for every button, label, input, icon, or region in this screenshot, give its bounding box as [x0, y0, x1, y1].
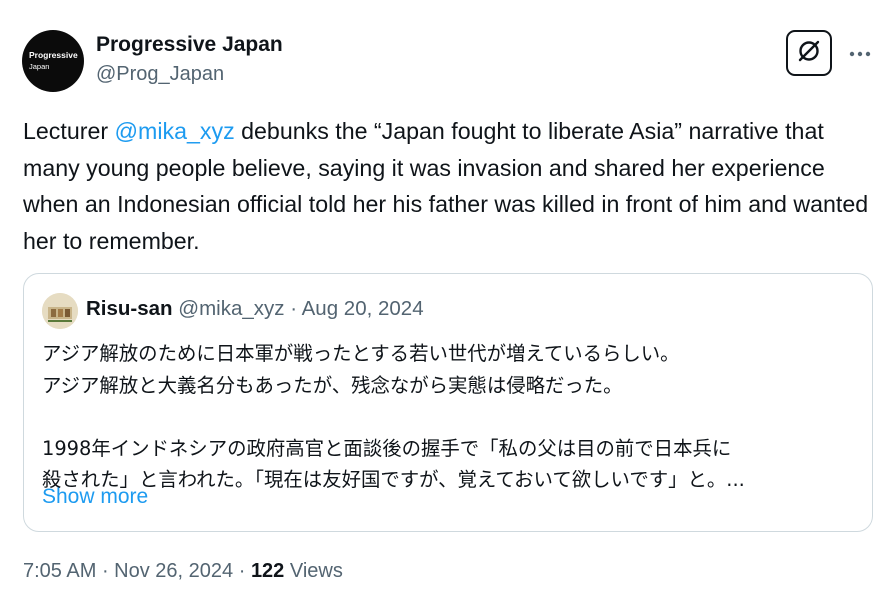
avatar-text-line1: Progressive — [29, 50, 78, 60]
grok-icon — [796, 38, 822, 69]
tweet: Progressive Japan Progressive Japan @Pro… — [0, 0, 894, 606]
quoted-line: 殺された」と言われた。「現在は友好国ですが、覚えておいて欲しいです」と。... — [42, 468, 745, 491]
tweet-time[interactable]: 7:05 AM — [23, 560, 96, 582]
quoted-separator: · — [284, 297, 302, 320]
tweet-text-before: Lecturer — [23, 118, 115, 144]
quoted-text: アジア解放のために日本軍が戦ったとする若い世代が増えているらしい。 アジア解放と… — [42, 338, 862, 496]
views-label: Views — [284, 560, 343, 582]
quoted-line: アジア解放と大義名分もあったが、残念ながら実態は侵略だった。 — [42, 373, 623, 397]
grok-button[interactable] — [786, 30, 832, 76]
avatar-text-line2: Japan — [29, 62, 50, 71]
quoted-date[interactable]: Aug 20, 2024 — [302, 297, 424, 320]
views-count: 122 — [250, 560, 285, 582]
quoted-line: アジア解放のために日本軍が戦ったとする若い世代が増えているらしい。 — [42, 342, 680, 365]
tweet-text: Lecturer @mika_xyz debunks the “Japan fo… — [23, 113, 883, 259]
quoted-author-name[interactable]: Risu-san — [86, 297, 173, 320]
more-button[interactable] — [846, 36, 874, 64]
author-avatar[interactable]: Progressive Japan — [22, 30, 84, 92]
quoted-line-blank — [42, 401, 862, 433]
quoted-header: Risu-san @mika_xyz · Aug 20, 2024 — [86, 297, 424, 321]
more-icon — [849, 37, 871, 63]
quoted-author-handle[interactable]: @mika_xyz — [178, 297, 284, 320]
footer-separator: · — [96, 560, 115, 582]
author-name[interactable]: Progressive Japan — [96, 33, 283, 57]
quoted-line: 1998年インドネシアの政府高官と面談後の握手で「私の父は目の前で日本兵に — [42, 436, 732, 460]
show-more-link[interactable]: Show more — [42, 485, 148, 509]
footer-separator: · — [233, 560, 251, 582]
author-handle[interactable]: @Prog_Japan — [96, 63, 224, 86]
tweet-footer: 7:05 AM · Nov 26, 2024 · 122 Views — [23, 560, 343, 583]
tweet-date[interactable]: Nov 26, 2024 — [114, 560, 233, 582]
quoted-author-avatar[interactable] — [42, 293, 78, 329]
mention-link[interactable]: @mika_xyz — [115, 118, 235, 144]
quoted-tweet[interactable]: Risu-san @mika_xyz · Aug 20, 2024 アジア解放の… — [23, 273, 873, 532]
